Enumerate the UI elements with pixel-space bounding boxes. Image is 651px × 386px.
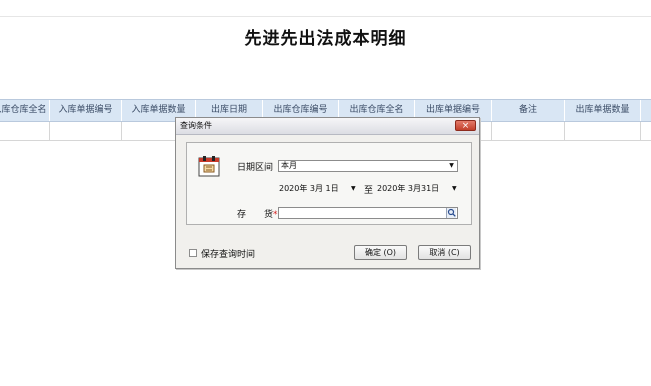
chevron-down-icon[interactable]: ▼ xyxy=(447,162,456,170)
date-from-dropdown-icon[interactable]: ▼ xyxy=(351,185,356,192)
grid-cell[interactable] xyxy=(492,122,565,140)
close-icon: × xyxy=(461,121,470,131)
column-header[interactable]: 出库单据数量 xyxy=(565,100,641,121)
date-range-value: 本月 xyxy=(281,161,297,170)
grid-cell[interactable] xyxy=(565,122,641,140)
grid-cell[interactable] xyxy=(0,122,50,140)
inventory-label-b: 货* xyxy=(264,210,278,220)
required-marker: * xyxy=(273,210,278,220)
date-to-dropdown-icon[interactable]: ▼ xyxy=(452,185,457,192)
ok-button[interactable]: 确定 (O) xyxy=(354,245,407,260)
dialog-title: 查询条件 xyxy=(180,121,212,130)
inventory-input[interactable] xyxy=(278,207,458,219)
query-conditions-dialog: 查询条件 × 日期区间 本月 ▼ 2020年 3月 1日 ▼ 至 2020年 3… xyxy=(175,117,480,269)
grid-cell[interactable] xyxy=(50,122,122,140)
column-header[interactable]: 入库单据编号 xyxy=(50,100,122,121)
date-range-label: 日期区间 xyxy=(237,163,274,173)
report-title: 先进先出法成本明细 xyxy=(244,29,407,49)
column-header[interactable]: 入库仓库全名 xyxy=(0,100,50,121)
dialog-titlebar[interactable]: 查询条件 × xyxy=(176,118,479,135)
column-header[interactable]: 备注 xyxy=(492,100,565,121)
column-header[interactable]: 数 xyxy=(641,100,651,121)
criteria-panel: 日期区间 本月 ▼ 2020年 3月 1日 ▼ 至 2020年 3月31日 ▼ … xyxy=(186,142,472,225)
date-range-select[interactable]: 本月 ▼ xyxy=(278,160,458,172)
date-from-field[interactable]: 2020年 3月 1日 xyxy=(279,183,339,194)
lookup-search-button[interactable] xyxy=(446,208,456,218)
cancel-button[interactable]: 取消 (C) xyxy=(418,245,471,260)
grid-cell[interactable] xyxy=(641,122,651,140)
top-divider xyxy=(0,16,651,17)
date-separator: 至 xyxy=(364,186,374,196)
query-form-icon xyxy=(198,156,220,177)
inventory-label-a: 存 xyxy=(237,210,247,220)
date-to-field[interactable]: 2020年 3月31日 xyxy=(377,183,439,194)
save-query-time-label[interactable]: 保存查询时间 xyxy=(201,247,255,260)
save-query-time-checkbox[interactable] xyxy=(189,249,197,257)
search-icon xyxy=(447,208,456,217)
close-button[interactable]: × xyxy=(455,120,476,131)
